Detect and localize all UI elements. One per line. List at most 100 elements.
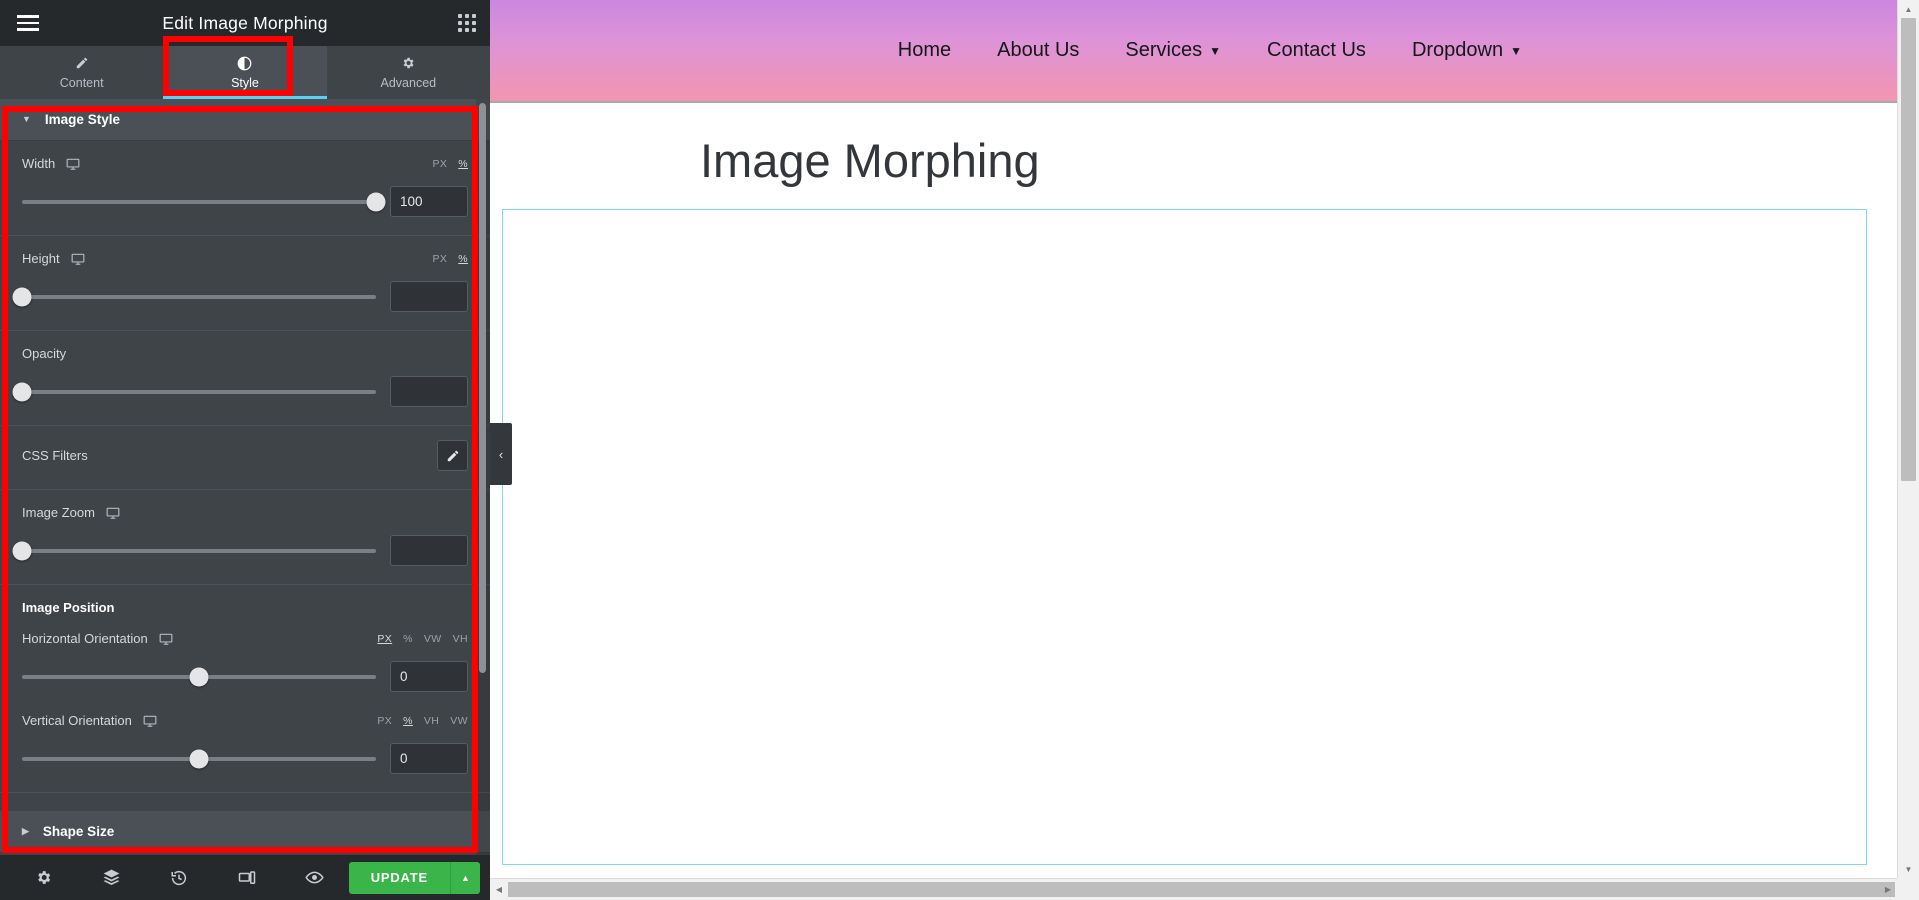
chevron-right-icon: ▶: [22, 826, 29, 836]
image-zoom-slider-knob[interactable]: [12, 541, 32, 560]
history-icon[interactable]: [145, 855, 213, 900]
update-options-caret-icon[interactable]: ▲: [450, 861, 480, 894]
unit-px[interactable]: PX: [377, 633, 392, 645]
update-button[interactable]: UPDATE: [348, 861, 450, 894]
control-css-filters: CSS Filters: [0, 426, 490, 490]
section-shape-size-label: Shape Size: [42, 824, 115, 839]
panel-scrollbar-thumb[interactable]: [479, 103, 486, 673]
tab-content[interactable]: Content: [0, 46, 163, 99]
height-slider-track[interactable]: [12, 287, 376, 306]
pencil-icon: [75, 56, 89, 72]
width-value-input[interactable]: 100: [390, 186, 468, 217]
scrollbar-corner: [1897, 878, 1919, 900]
tab-advanced[interactable]: Advanced: [327, 46, 490, 99]
panel-scrollbar-track[interactable]: [476, 99, 490, 855]
opacity-slider-track[interactable]: [12, 382, 376, 401]
tab-content-label: Content: [59, 75, 104, 90]
preview-horizontal-scrollbar[interactable]: ◀ ▶: [490, 878, 1897, 900]
grid-apps-icon[interactable]: [458, 14, 476, 32]
preview-eye-icon[interactable]: [281, 855, 349, 900]
chevron-down-icon: ▼: [1209, 43, 1221, 58]
responsive-mode-icon[interactable]: [213, 855, 281, 900]
responsive-desktop-icon[interactable]: [66, 157, 80, 171]
unit-px[interactable]: PX: [432, 253, 447, 265]
unit-vh[interactable]: VH: [453, 633, 468, 645]
vertical-slider-track[interactable]: [22, 749, 376, 768]
settings-gear-icon[interactable]: [10, 855, 78, 900]
site-header: Home About Us Services ▼ Contact Us Drop…: [490, 0, 1919, 103]
opacity-value-input[interactable]: [390, 376, 468, 407]
panel-collapse-handle[interactable]: ‹: [490, 423, 512, 485]
widget-canvas-area[interactable]: [502, 209, 1867, 865]
control-vertical-units: PX % VH VW: [377, 715, 468, 727]
vertical-scrollbar-thumb[interactable]: [1901, 18, 1916, 481]
vertical-slider-knob[interactable]: [189, 749, 209, 768]
control-css-filters-label: CSS Filters: [22, 448, 88, 463]
unit-percent[interactable]: %: [458, 158, 468, 170]
height-value-input[interactable]: [390, 281, 468, 312]
responsive-desktop-icon[interactable]: [71, 252, 85, 266]
control-horizontal-orientation: Horizontal Orientation PX % VW VH 0: [0, 620, 490, 702]
navigator-layers-icon[interactable]: [78, 855, 146, 900]
control-width: Width PX % 100: [0, 141, 490, 236]
nav-item-dropdown[interactable]: Dropdown ▼: [1412, 39, 1522, 62]
horizontal-slider-track[interactable]: [22, 667, 376, 686]
tab-style-label: Style: [231, 75, 259, 90]
unit-px[interactable]: PX: [432, 158, 447, 170]
image-position-heading: Image Position: [22, 600, 115, 615]
nav-item-services[interactable]: Services ▼: [1125, 39, 1221, 62]
unit-percent[interactable]: %: [403, 633, 413, 645]
panel-tabs: Content Style Advanced: [0, 46, 490, 99]
height-slider-knob[interactable]: [12, 287, 32, 306]
control-height: Height PX %: [0, 236, 490, 331]
unit-px[interactable]: PX: [377, 715, 392, 727]
scroll-down-arrow-icon[interactable]: ▼: [1898, 860, 1919, 878]
unit-percent[interactable]: %: [458, 253, 468, 265]
nav-item-contact-us[interactable]: Contact Us: [1267, 39, 1366, 62]
chevron-down-icon: ▼: [1510, 43, 1522, 58]
image-zoom-slider-track[interactable]: [12, 541, 376, 560]
unit-vw[interactable]: VW: [424, 633, 442, 645]
css-filters-edit-pencil-icon[interactable]: [437, 440, 468, 471]
nav-item-about-us[interactable]: About Us: [997, 39, 1079, 62]
control-vertical-orientation: Vertical Orientation PX % VH VW 0: [0, 702, 490, 793]
scroll-up-arrow-icon[interactable]: ▲: [1898, 0, 1919, 18]
nav-label: Services: [1125, 39, 1203, 61]
section-image-style[interactable]: ▼ Image Style: [0, 99, 490, 141]
horizontal-scrollbar-thumb[interactable]: [508, 882, 1895, 897]
panel-title: Edit Image Morphing: [162, 12, 328, 33]
control-height-label: Height: [22, 251, 60, 266]
responsive-desktop-icon[interactable]: [143, 714, 157, 728]
scroll-left-arrow-icon[interactable]: ◀: [490, 879, 508, 900]
responsive-desktop-icon[interactable]: [159, 632, 173, 646]
control-horizontal-units: PX % VW VH: [377, 633, 468, 645]
image-zoom-value-input[interactable]: [390, 535, 468, 566]
control-image-zoom-label: Image Zoom: [22, 505, 95, 520]
opacity-slider-knob[interactable]: [12, 382, 32, 401]
site-navigation: Home About Us Services ▼ Contact Us Drop…: [898, 39, 1522, 62]
horizontal-slider-knob[interactable]: [189, 667, 209, 686]
unit-vw[interactable]: VW: [450, 715, 468, 727]
width-slider-track[interactable]: [22, 192, 386, 211]
tab-style[interactable]: Style: [163, 46, 327, 99]
preview-vertical-scrollbar[interactable]: ▲ ▼: [1897, 0, 1919, 878]
nav-label: Dropdown: [1411, 39, 1504, 61]
hamburger-menu-icon[interactable]: [0, 0, 56, 46]
vertical-value-input[interactable]: 0: [390, 743, 468, 774]
nav-label: Home: [897, 39, 952, 61]
horizontal-value-input[interactable]: 0: [390, 661, 468, 692]
gear-icon: [401, 56, 415, 72]
contrast-icon: [237, 56, 252, 72]
control-image-zoom: Image Zoom: [0, 490, 490, 585]
nav-item-home[interactable]: Home: [898, 39, 951, 62]
section-shape-size[interactable]: ▶ Shape Size: [0, 811, 490, 853]
unit-vh[interactable]: VH: [424, 715, 439, 727]
group-image-position: Image Position: [0, 585, 490, 620]
width-slider-knob[interactable]: [366, 192, 386, 211]
scroll-right-arrow-icon[interactable]: ▶: [1879, 879, 1897, 900]
unit-percent[interactable]: %: [403, 715, 413, 727]
panel-footer: UPDATE ▲: [0, 855, 490, 900]
responsive-desktop-icon[interactable]: [106, 506, 120, 520]
control-vertical-orientation-label: Vertical Orientation: [22, 713, 132, 728]
control-opacity: Opacity: [0, 331, 490, 426]
